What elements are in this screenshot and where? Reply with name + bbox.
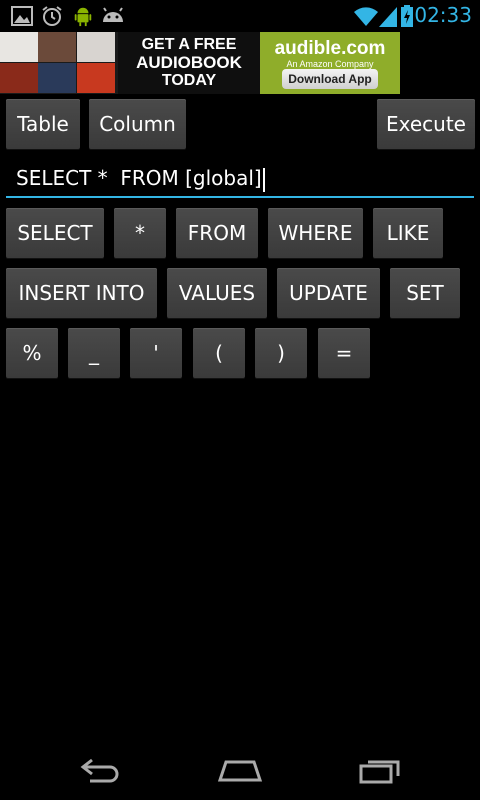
query-input[interactable]: SELECT * FROM [global]: [6, 160, 474, 198]
execute-button[interactable]: Execute: [377, 99, 475, 149]
symbol-percent-button[interactable]: %: [6, 328, 58, 378]
ad-headline-line2: AUDIOBOOK: [136, 53, 242, 72]
status-bar: 02:33: [0, 0, 480, 32]
wifi-icon: [354, 7, 378, 26]
navigation-bar: [0, 740, 480, 800]
clock: 02:33: [414, 3, 472, 27]
ad-brand-sub: An Amazon Company: [286, 59, 374, 69]
ad-headline: GET A FREE AUDIOBOOK TODAY: [118, 32, 260, 94]
ad-headline-line1: GET A FREE: [141, 36, 237, 53]
signal-icon: [379, 7, 397, 27]
query-text: SELECT * FROM [global]: [16, 166, 262, 190]
symbol-open-paren-button[interactable]: (: [193, 328, 245, 378]
ad-headline-line3: TODAY: [161, 72, 217, 89]
keyword-values-button[interactable]: VALUES: [167, 268, 267, 318]
keyword-where-button[interactable]: WHERE: [268, 208, 363, 258]
symbol-equals-button[interactable]: =: [318, 328, 370, 378]
ad-banner[interactable]: GET A FREE AUDIOBOOK TODAY audible.com A…: [0, 32, 400, 94]
book-covers: [0, 32, 116, 94]
table-button[interactable]: Table: [6, 99, 80, 149]
keyword-insert-into-button[interactable]: INSERT INTO: [6, 268, 157, 318]
column-button[interactable]: Column: [89, 99, 186, 149]
symbol-close-paren-button[interactable]: ): [255, 328, 307, 378]
home-icon[interactable]: [216, 754, 264, 786]
keyword-update-button[interactable]: UPDATE: [277, 268, 380, 318]
download-app-button[interactable]: Download App: [282, 69, 378, 89]
android-face-icon: [103, 7, 123, 22]
keyword-star-button[interactable]: *: [114, 208, 166, 258]
android-icon: [74, 7, 92, 27]
recent-apps-icon[interactable]: [358, 754, 404, 786]
alarm-clock-icon: [42, 6, 62, 26]
keyword-from-button[interactable]: FROM: [176, 208, 258, 258]
symbol-underscore-button[interactable]: _: [68, 328, 120, 378]
keyword-select-button[interactable]: SELECT: [6, 208, 104, 258]
image-icon: [11, 6, 33, 26]
battery-charging-icon: [401, 5, 413, 27]
text-cursor: [262, 167, 265, 192]
ad-brand: audible.com An Amazon Company Download A…: [260, 32, 400, 94]
symbol-quote-button[interactable]: ': [130, 328, 182, 378]
keyword-set-button[interactable]: SET: [390, 268, 460, 318]
back-icon[interactable]: [78, 754, 122, 786]
ad-brand-name: audible.com: [274, 38, 386, 59]
keyword-like-button[interactable]: LIKE: [373, 208, 443, 258]
